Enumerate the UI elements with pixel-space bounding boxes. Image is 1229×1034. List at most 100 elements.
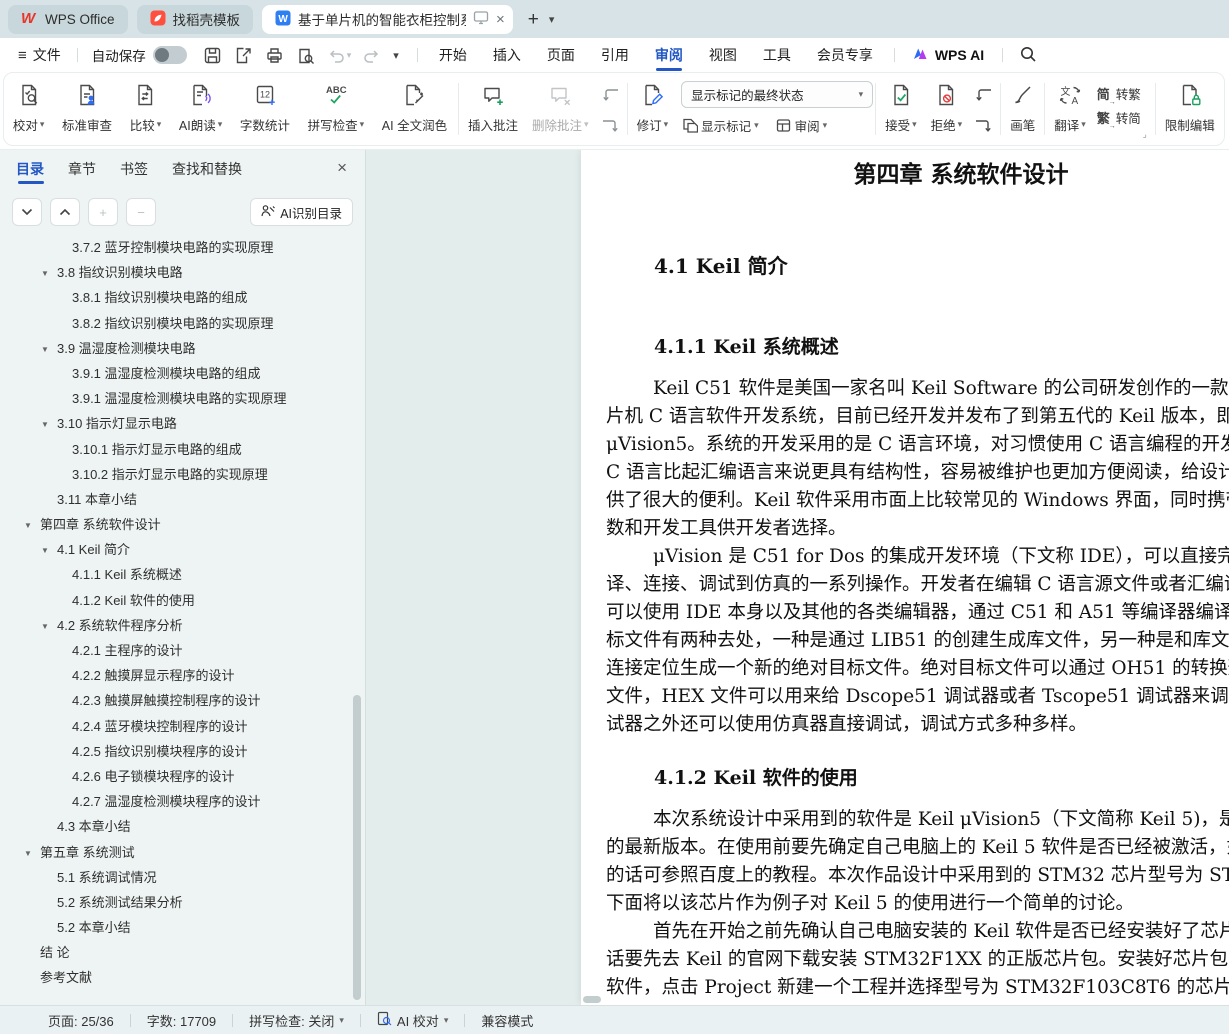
- toc-item[interactable]: ▼ 第五章 系统测试: [0, 840, 351, 865]
- new-tab-button[interactable]: +: [528, 10, 539, 29]
- autosave-control[interactable]: 自动保存: [86, 45, 193, 65]
- tab-wps-home[interactable]: W WPS Office: [8, 4, 128, 34]
- toc-item[interactable]: 3.10.1 指示灯显示电路的组成: [0, 437, 351, 462]
- simplified-to-traditional-button[interactable]: 简 转繁: [1097, 84, 1141, 106]
- collapse-up-button[interactable]: [50, 198, 80, 226]
- tab-document[interactable]: W 基于单片机的智能衣柜控制系 ×: [262, 4, 513, 34]
- reject-change-button[interactable]: 拒绝 ▾: [924, 73, 970, 134]
- menu-tools[interactable]: 工具: [750, 38, 804, 72]
- toc-item[interactable]: 3.9.1 温湿度检测模块电路的组成: [0, 361, 351, 386]
- proofread-button[interactable]: 校对 ▾: [6, 73, 52, 134]
- toc-item[interactable]: 3.9.1 温湿度检测模块电路的实现原理: [0, 386, 351, 411]
- undo-chevron-icon[interactable]: ▾: [347, 50, 352, 61]
- ai-polish-button[interactable]: AI 全文润色: [375, 73, 454, 134]
- horizontal-scrollbar-thumb[interactable]: [583, 996, 601, 1003]
- toc-item[interactable]: ▼ 3.10 指示灯显示电路: [0, 411, 351, 436]
- menu-member[interactable]: 会员专享: [804, 38, 886, 72]
- next-comment-icon[interactable]: [600, 116, 621, 140]
- file-menu[interactable]: ≡ 文件: [10, 45, 69, 65]
- toc-item[interactable]: 4.1.1 Keil 系统概述: [0, 562, 351, 587]
- review-pane-button[interactable]: 审阅 ▾: [775, 116, 827, 135]
- restrict-editing-button[interactable]: 限制编辑: [1158, 73, 1222, 134]
- sidebar-tab-bookmarks[interactable]: 书签: [120, 150, 148, 188]
- toc-expand-arrow-icon[interactable]: ▼: [41, 412, 57, 437]
- toc-item[interactable]: 参考文献: [0, 965, 351, 990]
- toc-item[interactable]: ▼ 4.1 Keil 简介: [0, 537, 351, 562]
- toc-item[interactable]: 4.2.7 温湿度检测模块程序的设计: [0, 789, 351, 814]
- ink-brush-button[interactable]: 画笔: [1003, 73, 1042, 134]
- toc-expand-arrow-icon[interactable]: ▼: [41, 261, 57, 286]
- menu-reference[interactable]: 引用: [588, 38, 642, 72]
- spell-check-status[interactable]: 拼写检查: 关闭 ▾: [245, 1011, 348, 1030]
- tab-docer-templates[interactable]: 找稻壳模板: [136, 4, 254, 34]
- ai-read-aloud-button[interactable]: AI朗读 ▾: [172, 73, 229, 134]
- wps-ai-button[interactable]: WPS AI: [903, 46, 994, 64]
- traditional-to-simplified-button[interactable]: 繁 转简: [1097, 108, 1141, 130]
- zoom-out-toc-button[interactable]: −: [126, 198, 156, 226]
- toc-expand-arrow-icon[interactable]: ▼: [24, 513, 40, 538]
- redo-icon[interactable]: [363, 47, 381, 64]
- sidebar-tab-find-replace[interactable]: 查找和替换: [172, 150, 242, 188]
- print-icon[interactable]: [265, 46, 284, 65]
- toc-item[interactable]: 4.2.4 蓝牙模块控制程序的设计: [0, 714, 351, 739]
- compare-button[interactable]: 比较 ▾: [123, 73, 169, 134]
- search-icon[interactable]: [1011, 45, 1045, 66]
- markup-state-dropdown[interactable]: 显示标记的最终状态 ▾: [681, 81, 874, 108]
- next-change-icon[interactable]: [973, 116, 994, 140]
- expand-down-button[interactable]: [12, 198, 42, 226]
- toc-item[interactable]: 3.11 本章小结: [0, 487, 351, 512]
- menu-review[interactable]: 审阅: [642, 38, 696, 72]
- toc-item[interactable]: 3.7.2 蓝牙控制模块电路的实现原理: [0, 240, 351, 260]
- toc-expand-arrow-icon[interactable]: ▼: [24, 841, 40, 866]
- delete-comment-button[interactable]: 删除批注 ▾: [525, 73, 596, 134]
- toc-item[interactable]: 5.2 系统测试结果分析: [0, 890, 351, 915]
- tab-list-chevron-icon[interactable]: ▾: [549, 13, 555, 26]
- toc-item[interactable]: 4.1.2 Keil 软件的使用: [0, 588, 351, 613]
- page-indicator[interactable]: 页面: 25/36: [44, 1011, 118, 1030]
- toc-item[interactable]: 4.2.3 触摸屏触摸控制程序的设计: [0, 688, 351, 713]
- toc-item[interactable]: 3.8.1 指纹识别模块电路的组成: [0, 285, 351, 310]
- toc-item[interactable]: 4.2.2 触摸屏显示程序的设计: [0, 663, 351, 688]
- toc-expand-arrow-icon[interactable]: ▼: [41, 538, 57, 563]
- quickbar-chevron-icon[interactable]: ▾: [393, 49, 399, 62]
- close-sidebar-icon[interactable]: ×: [337, 158, 347, 178]
- show-marks-button[interactable]: 显示标记 ▾: [681, 116, 759, 135]
- autosave-toggle[interactable]: [152, 46, 187, 64]
- toc-item[interactable]: 3.8.2 指纹识别模块电路的实现原理: [0, 311, 351, 336]
- menu-insert[interactable]: 插入: [480, 38, 534, 72]
- toc-item[interactable]: ▼ 3.8 指纹识别模块电路: [0, 260, 351, 285]
- translate-button[interactable]: 文A 翻译 ▾: [1047, 73, 1093, 134]
- toc-item[interactable]: 结 论: [0, 940, 351, 965]
- toc-item[interactable]: 4.3 本章小结: [0, 814, 351, 839]
- menu-home[interactable]: 开始: [426, 38, 480, 72]
- ai-proofread-status[interactable]: AI 校对 ▾: [373, 1011, 452, 1030]
- menu-view[interactable]: 视图: [696, 38, 750, 72]
- insert-comment-button[interactable]: 插入批注: [461, 73, 525, 134]
- toc-expand-arrow-icon[interactable]: ▼: [41, 337, 57, 362]
- export-icon[interactable]: [234, 46, 253, 65]
- previous-comment-icon[interactable]: [600, 85, 621, 109]
- document-page[interactable]: 第四章 系统软件设计 4.1 Keil 简介 4.1.1 Keil 系统概述 Kei…: [581, 150, 1229, 1005]
- toc-item[interactable]: ▼ 第四章 系统软件设计: [0, 512, 351, 537]
- toc-item[interactable]: ▼ 3.9 温湿度检测模块电路: [0, 336, 351, 361]
- standard-review-button[interactable]: 标准审查: [55, 73, 119, 134]
- close-tab-icon[interactable]: ×: [496, 11, 505, 28]
- toc-item[interactable]: 5.1 系统调试情况: [0, 865, 351, 890]
- print-preview-icon[interactable]: [296, 46, 315, 65]
- toc-item[interactable]: 5.2 本章小结: [0, 915, 351, 940]
- word-count-button[interactable]: 12 字数统计: [233, 73, 297, 134]
- save-icon[interactable]: [203, 46, 222, 65]
- zoom-in-toc-button[interactable]: +: [88, 198, 118, 226]
- sidebar-scrollbar-thumb[interactable]: [353, 695, 361, 1000]
- menu-page[interactable]: 页面: [534, 38, 588, 72]
- toc-item[interactable]: 4.2.6 电子锁模块程序的设计: [0, 764, 351, 789]
- track-changes-button[interactable]: 修订 ▾: [630, 73, 676, 134]
- toc-item[interactable]: ▼ 4.2 系统软件程序分析: [0, 613, 351, 638]
- toc-expand-arrow-icon[interactable]: ▼: [41, 614, 57, 639]
- toc-item[interactable]: 4.2.5 指纹识别模块程序的设计: [0, 739, 351, 764]
- accept-change-button[interactable]: 接受 ▾: [878, 73, 924, 134]
- dialog-launcher-icon[interactable]: ⌟: [1143, 129, 1147, 140]
- sidebar-tab-contents[interactable]: 目录: [16, 150, 44, 188]
- ai-recognize-toc-button[interactable]: AI识别目录: [250, 198, 353, 226]
- sidebar-tab-chapters[interactable]: 章节: [68, 150, 96, 188]
